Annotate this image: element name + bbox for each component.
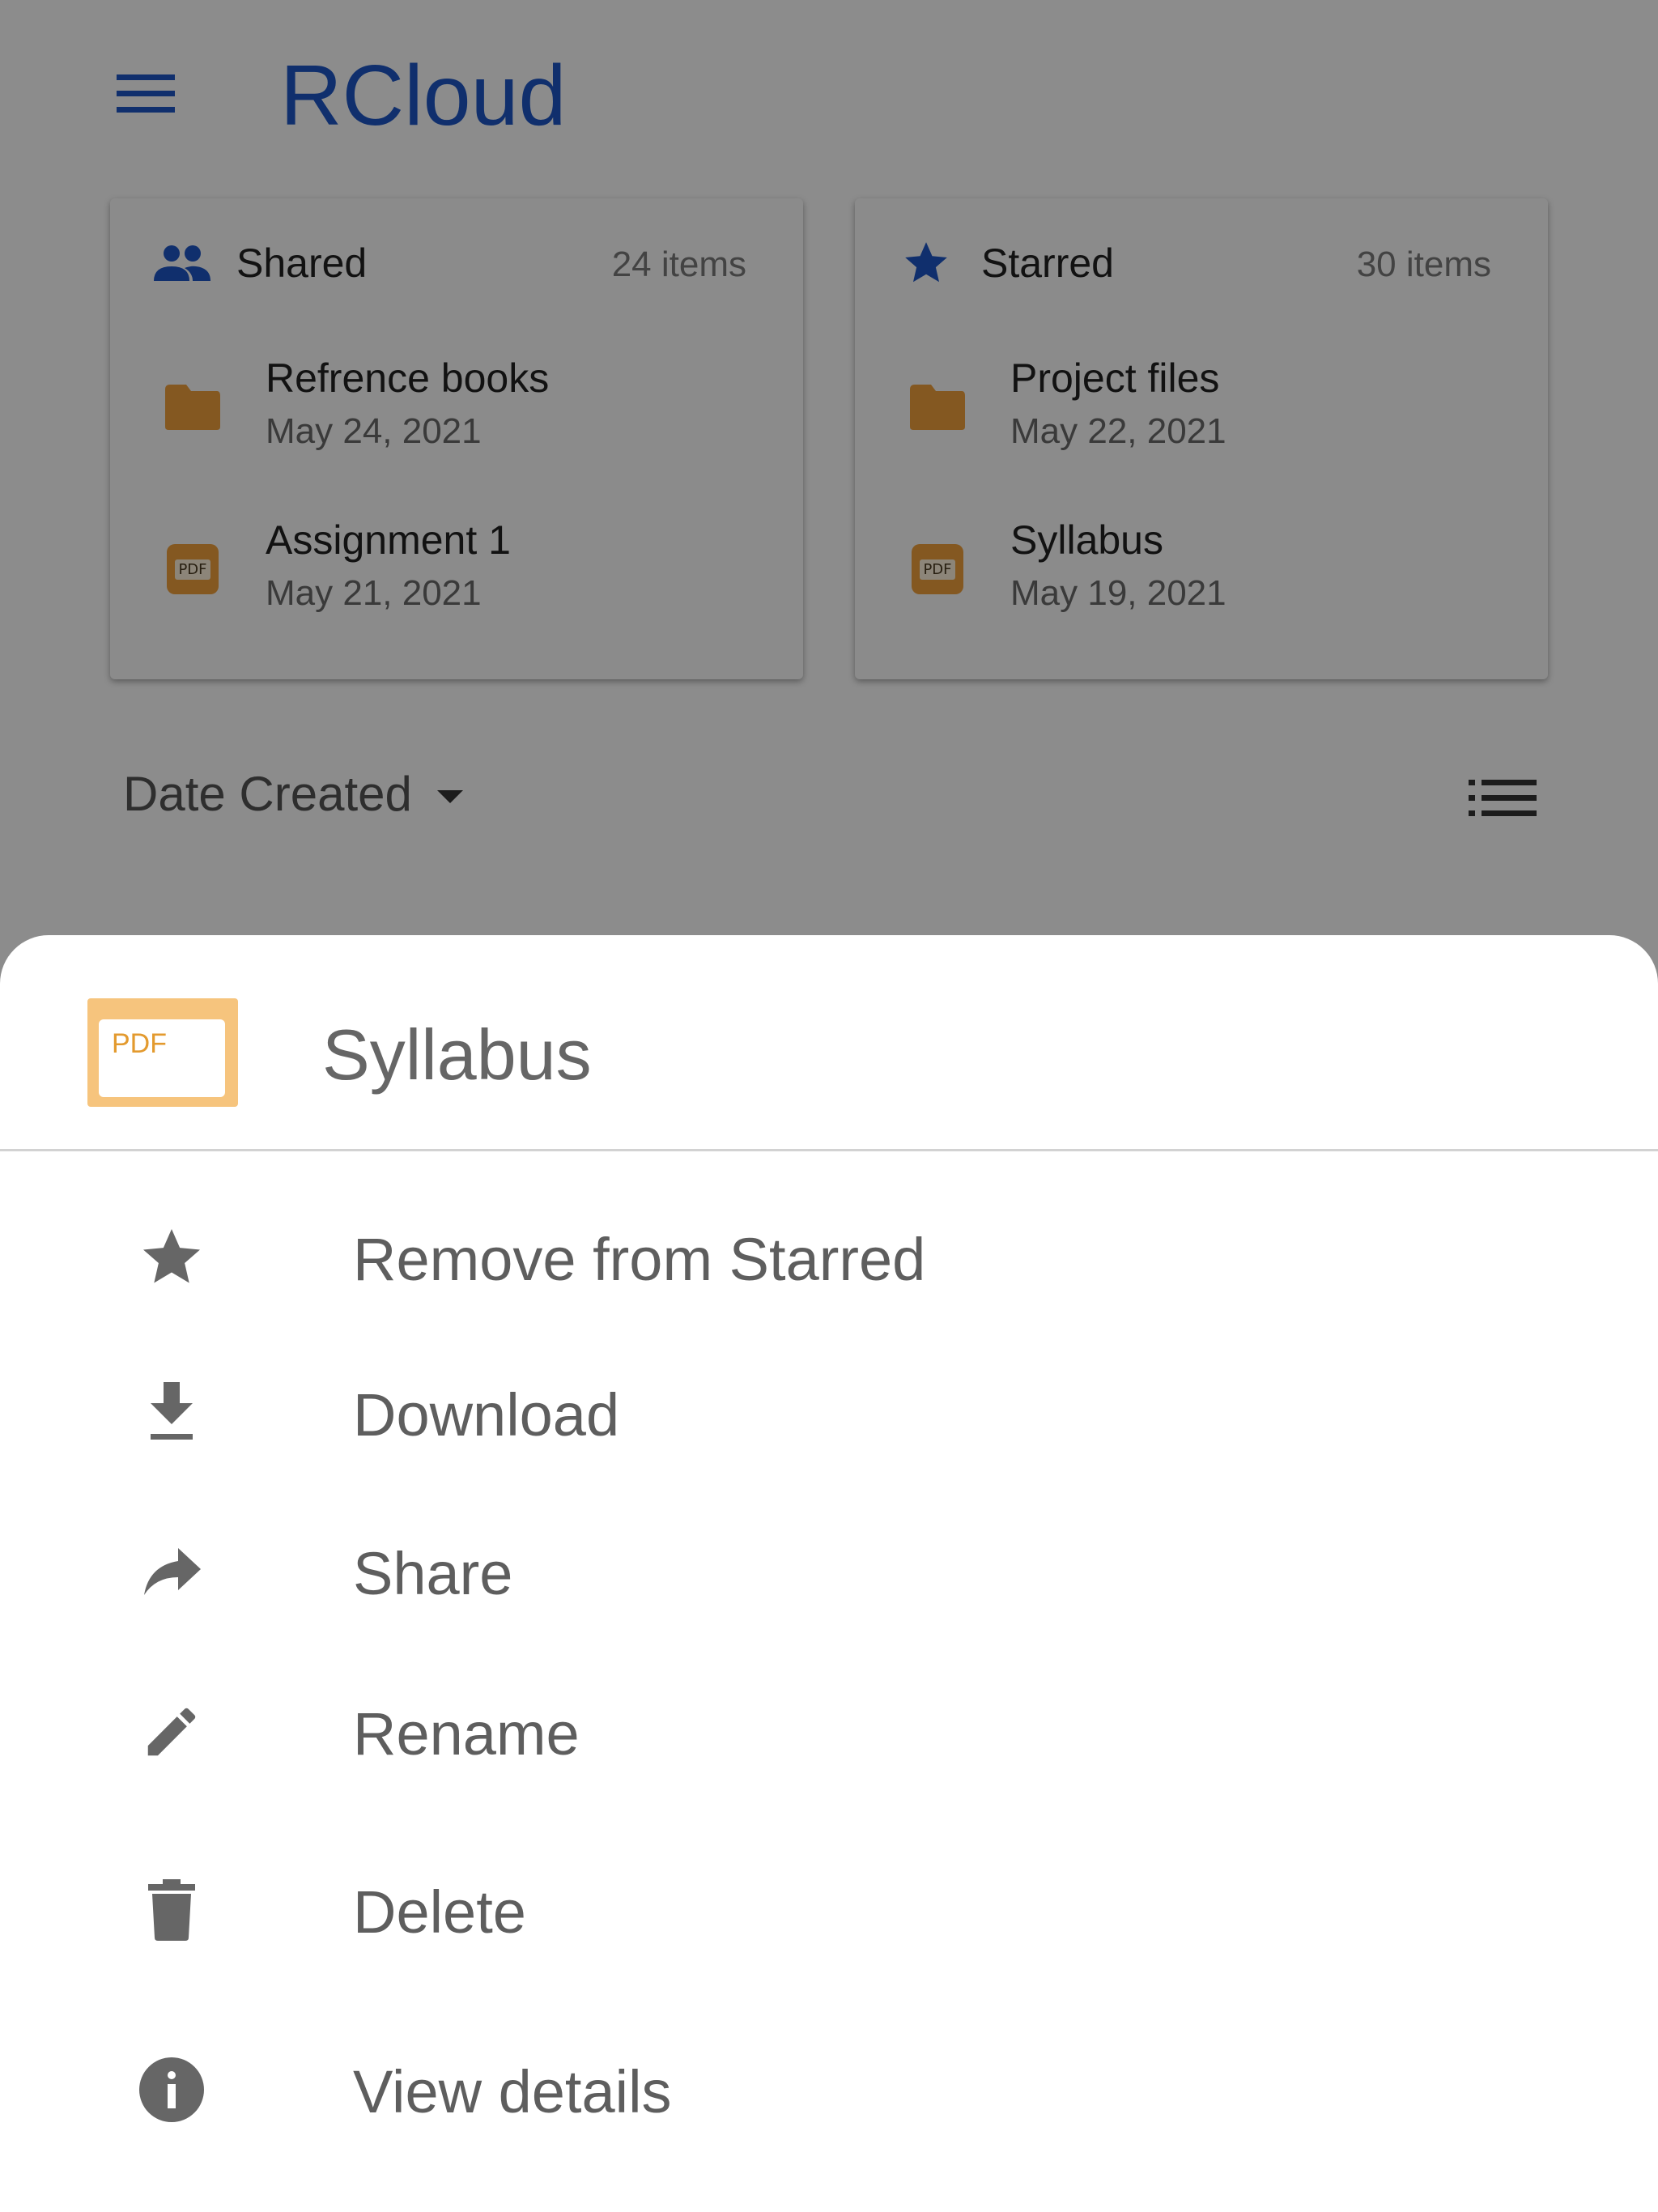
trash-icon <box>133 1871 210 1949</box>
remove-from-starred-action[interactable]: Remove from Starred <box>0 1186 1658 1324</box>
pencil-icon <box>133 1693 210 1771</box>
pdf-file-icon: PDF <box>87 998 238 1107</box>
delete-action[interactable]: Delete <box>0 1839 1658 1976</box>
divider <box>0 1149 1658 1151</box>
action-label: View details <box>353 2058 672 2125</box>
share-action[interactable]: Share <box>0 1500 1658 1638</box>
share-icon <box>133 1533 210 1610</box>
download-action[interactable]: Download <box>0 1342 1658 1479</box>
download-icon <box>133 1374 210 1452</box>
app-screen: RCloud Shared 24 items Refrence books Ma… <box>0 0 1658 2212</box>
action-label: Delete <box>353 1878 526 1946</box>
sheet-file-name: Syllabus <box>322 1015 592 1095</box>
star-icon <box>133 1219 210 1296</box>
pdf-tag: PDF <box>112 1028 167 1059</box>
view-details-action[interactable]: View details <box>0 2018 1658 2156</box>
action-label: Remove from Starred <box>353 1226 926 1293</box>
info-icon <box>133 2051 210 2129</box>
file-actions-bottom-sheet: PDF Syllabus Remove from Starred Downloa… <box>0 935 1658 2212</box>
action-label: Share <box>353 1540 513 1607</box>
rename-action[interactable]: Rename <box>0 1661 1658 1798</box>
action-label: Download <box>353 1381 620 1448</box>
action-label: Rename <box>353 1700 580 1767</box>
